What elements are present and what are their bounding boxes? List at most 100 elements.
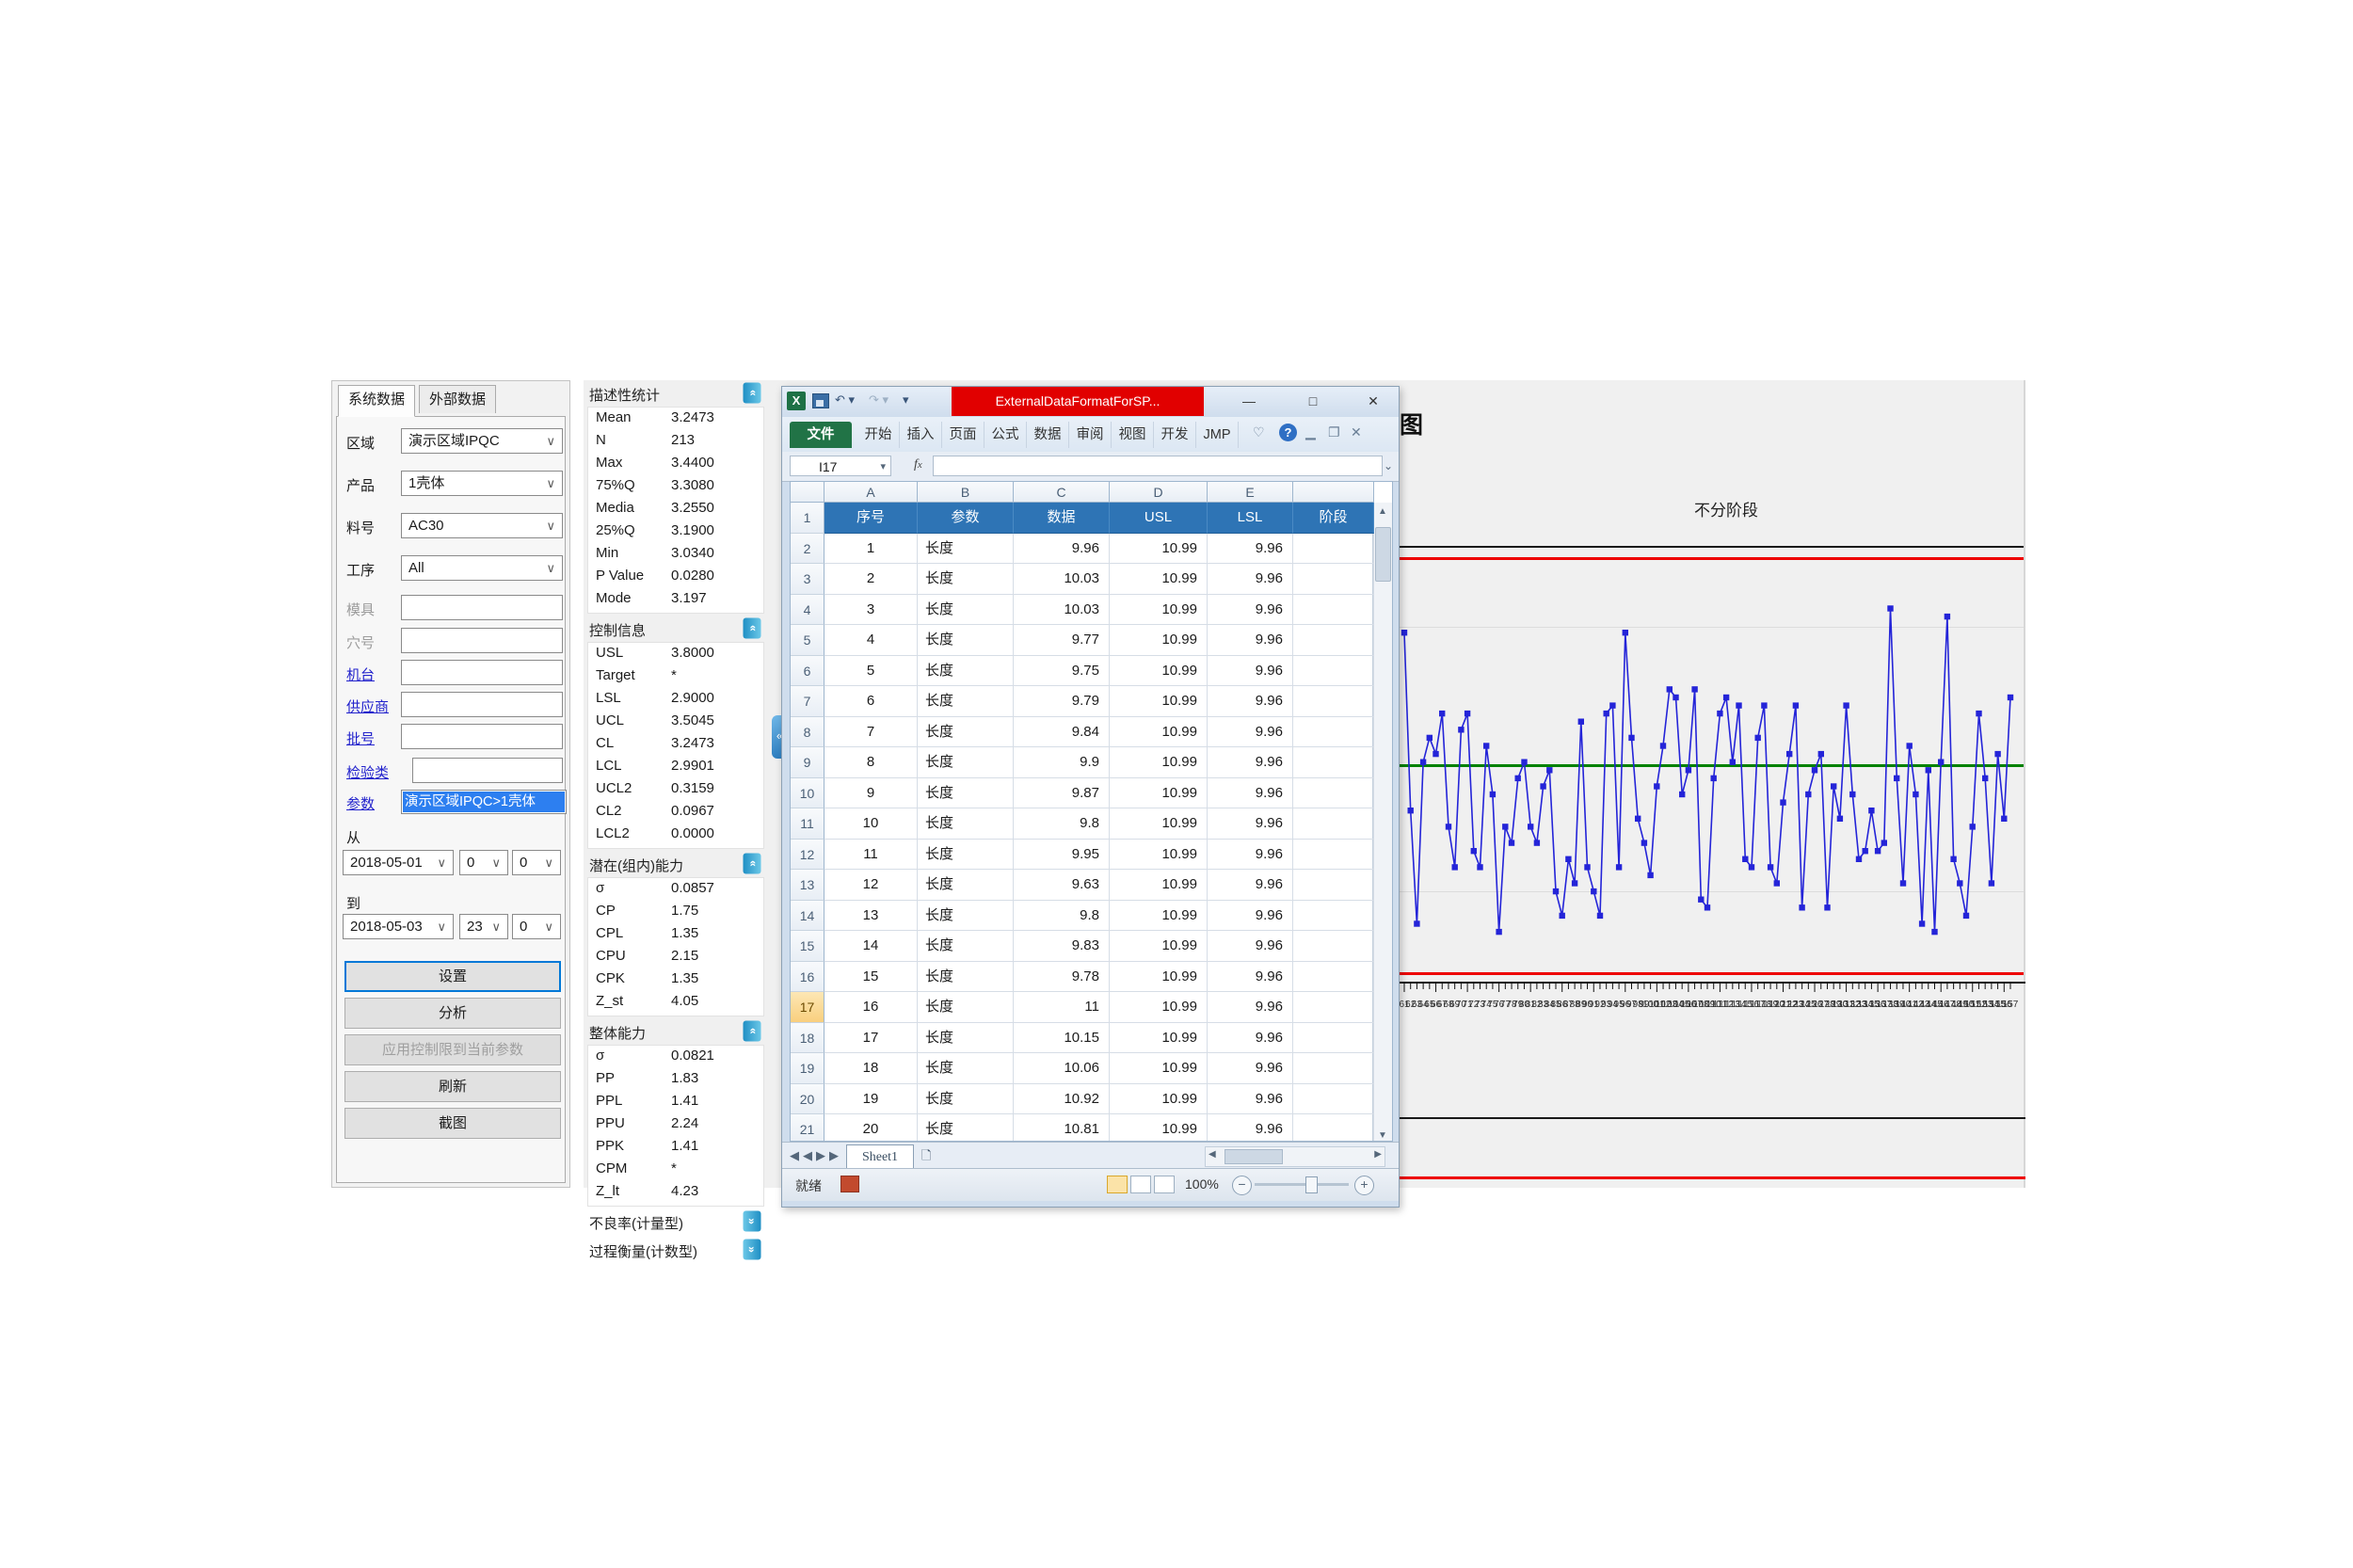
grid-cell[interactable]	[1293, 716, 1374, 747]
formula-bar-expand-icon[interactable]: ⌄	[1384, 459, 1393, 472]
grid-cell[interactable]: 11	[824, 839, 918, 870]
grid-cell[interactable]: 长度	[918, 716, 1014, 747]
grid-cell[interactable]: 10.99	[1110, 1083, 1208, 1114]
grid-cell[interactable]	[1293, 931, 1374, 962]
page-layout-view-icon[interactable]	[1130, 1176, 1151, 1193]
ribbon-tab-视图[interactable]: 视图	[1112, 422, 1154, 448]
grid-cell[interactable]: 10.92	[1014, 1083, 1110, 1114]
parameter-link[interactable]: 参数	[346, 793, 403, 813]
grid-cell[interactable]: 9.96	[1208, 1022, 1293, 1053]
grid-cell[interactable]: 9.95	[1014, 839, 1110, 870]
vertical-scrollbar[interactable]: ▲ ▼	[1372, 503, 1392, 1141]
grid-cell[interactable]	[1293, 564, 1374, 595]
grid-cell[interactable]: 9.96	[1208, 900, 1293, 931]
heart-icon[interactable]: ♡	[1253, 424, 1265, 440]
grid-cell[interactable]: 长度	[918, 686, 1014, 717]
scroll-up-icon[interactable]: ▲	[1373, 503, 1392, 521]
grid-cell[interactable]: 10.99	[1110, 686, 1208, 717]
collapse-section-icon[interactable]: «	[743, 853, 761, 874]
redo-icon[interactable]: ↷ ▾	[869, 392, 888, 408]
grid-cell[interactable]: 长度	[918, 900, 1014, 931]
grid-cell[interactable]: 9.96	[1208, 1114, 1293, 1141]
grid-cell[interactable]: 9.96	[1208, 686, 1293, 717]
zoom-out-icon[interactable]: −	[1232, 1176, 1252, 1195]
grid-cell[interactable]: 9.8	[1014, 900, 1110, 931]
ribbon-tab-JMP[interactable]: JMP	[1196, 422, 1239, 448]
collapse-section-icon[interactable]: «	[743, 617, 761, 639]
grid-cell[interactable]: 9.96	[1208, 594, 1293, 625]
grid-cell[interactable]: 长度	[918, 961, 1014, 992]
page-break-view-icon[interactable]	[1154, 1176, 1175, 1193]
macro-record-icon[interactable]	[840, 1176, 859, 1192]
grid-cell[interactable]: 3	[824, 594, 918, 625]
grid-cell[interactable]: 长度	[918, 808, 1014, 840]
ribbon-tab-开始[interactable]: 开始	[857, 422, 900, 448]
expand-section-icon[interactable]: «	[743, 1210, 761, 1232]
grid-cell[interactable]: 9.96	[1208, 1053, 1293, 1084]
ribbon-tab-审阅[interactable]: 审阅	[1069, 422, 1112, 448]
product-select[interactable]: 1壳体 ∨	[401, 471, 563, 496]
apply-control-limits-button[interactable]: 应用控制限到当前参数	[344, 1034, 561, 1065]
grid-cell[interactable]: 9.8	[1014, 808, 1110, 840]
grid-cell[interactable]	[1293, 594, 1374, 625]
scrollbar-thumb[interactable]	[1375, 527, 1391, 582]
grid-cell[interactable]: 17	[824, 1022, 918, 1053]
grid-cell[interactable]	[1293, 533, 1374, 564]
grid-cell[interactable]: 10.99	[1110, 808, 1208, 840]
grid-cell[interactable]: 长度	[918, 655, 1014, 686]
grid-cell[interactable]	[1293, 1053, 1374, 1084]
refresh-button[interactable]: 刷新	[344, 1071, 561, 1102]
grid-cell[interactable]: 7	[824, 716, 918, 747]
grid-cell[interactable]: 10.99	[1110, 839, 1208, 870]
ribbon-tab-页面[interactable]: 页面	[942, 422, 984, 448]
grid-cell[interactable]: 20	[824, 1114, 918, 1141]
column-header-B[interactable]: B	[918, 482, 1014, 503]
grid-cell[interactable]	[1293, 808, 1374, 840]
grid-cell[interactable]: 8	[824, 747, 918, 778]
grid-cell[interactable]: 10.99	[1110, 870, 1208, 901]
grid-cell[interactable]	[1293, 747, 1374, 778]
grid-cell[interactable]: 10.99	[1110, 533, 1208, 564]
close-button[interactable]: ✕	[1358, 391, 1388, 411]
row-header[interactable]: 13	[791, 870, 824, 901]
row-header[interactable]: 2	[791, 533, 824, 564]
grid-cell[interactable]: 长度	[918, 1022, 1014, 1053]
row-header[interactable]: 14	[791, 900, 824, 931]
grid-cell[interactable]: 9.87	[1014, 777, 1110, 808]
grid-cell[interactable]: 2	[824, 564, 918, 595]
grid-cell[interactable]: 10.03	[1014, 594, 1110, 625]
grid-cell[interactable]: 12	[824, 870, 918, 901]
grid-cell[interactable]: 长度	[918, 931, 1014, 962]
row-header[interactable]: 8	[791, 716, 824, 747]
grid-cell[interactable]: 9.96	[1208, 655, 1293, 686]
ribbon-tab-公式[interactable]: 公式	[984, 422, 1027, 448]
grid-cell[interactable]	[1293, 870, 1374, 901]
grid-cell[interactable]: 9.63	[1014, 870, 1110, 901]
qat-customize-icon[interactable]: ▾	[903, 392, 909, 408]
grid-cell[interactable]: 10.81	[1014, 1114, 1110, 1141]
grid-cell[interactable]: 10.99	[1110, 1114, 1208, 1141]
grid-cell[interactable]: 9.96	[1208, 961, 1293, 992]
grid-cell[interactable]: 参数	[918, 503, 1014, 534]
grid-cell[interactable]: 长度	[918, 1053, 1014, 1084]
excel-title-bar[interactable]: X ↶ ▾ ↷ ▾ ▾ ExternalDataFormatForSP... —…	[782, 387, 1399, 417]
grid-cell[interactable]: 9.96	[1208, 1083, 1293, 1114]
grid-cell[interactable]: 15	[824, 961, 918, 992]
row-header[interactable]: 1	[791, 503, 824, 534]
from-date-select[interactable]: 2018-05-01 ∨	[343, 850, 454, 875]
parameter-selected-item[interactable]: 演示区域IPQC>1壳体	[403, 792, 565, 812]
grid-cell[interactable]: 长度	[918, 839, 1014, 870]
column-header-E[interactable]: E	[1208, 482, 1293, 503]
grid-cell[interactable]: 9.84	[1014, 716, 1110, 747]
grid-cell[interactable]	[1293, 961, 1374, 992]
row-header[interactable]: 20	[791, 1083, 824, 1114]
ribbon-tab-数据[interactable]: 数据	[1027, 422, 1069, 448]
from-minute-select[interactable]: 0 ∨	[512, 850, 561, 875]
row-header[interactable]: 3	[791, 564, 824, 595]
insert-sheet-icon[interactable]: 🗋	[921, 1147, 931, 1168]
grid-cell[interactable]	[1293, 686, 1374, 717]
grid-cell[interactable]: 10	[824, 808, 918, 840]
grid-cell[interactable]: 9.75	[1014, 655, 1110, 686]
grid-cell[interactable]: 10.99	[1110, 564, 1208, 595]
grid-cell[interactable]	[1293, 1022, 1374, 1053]
